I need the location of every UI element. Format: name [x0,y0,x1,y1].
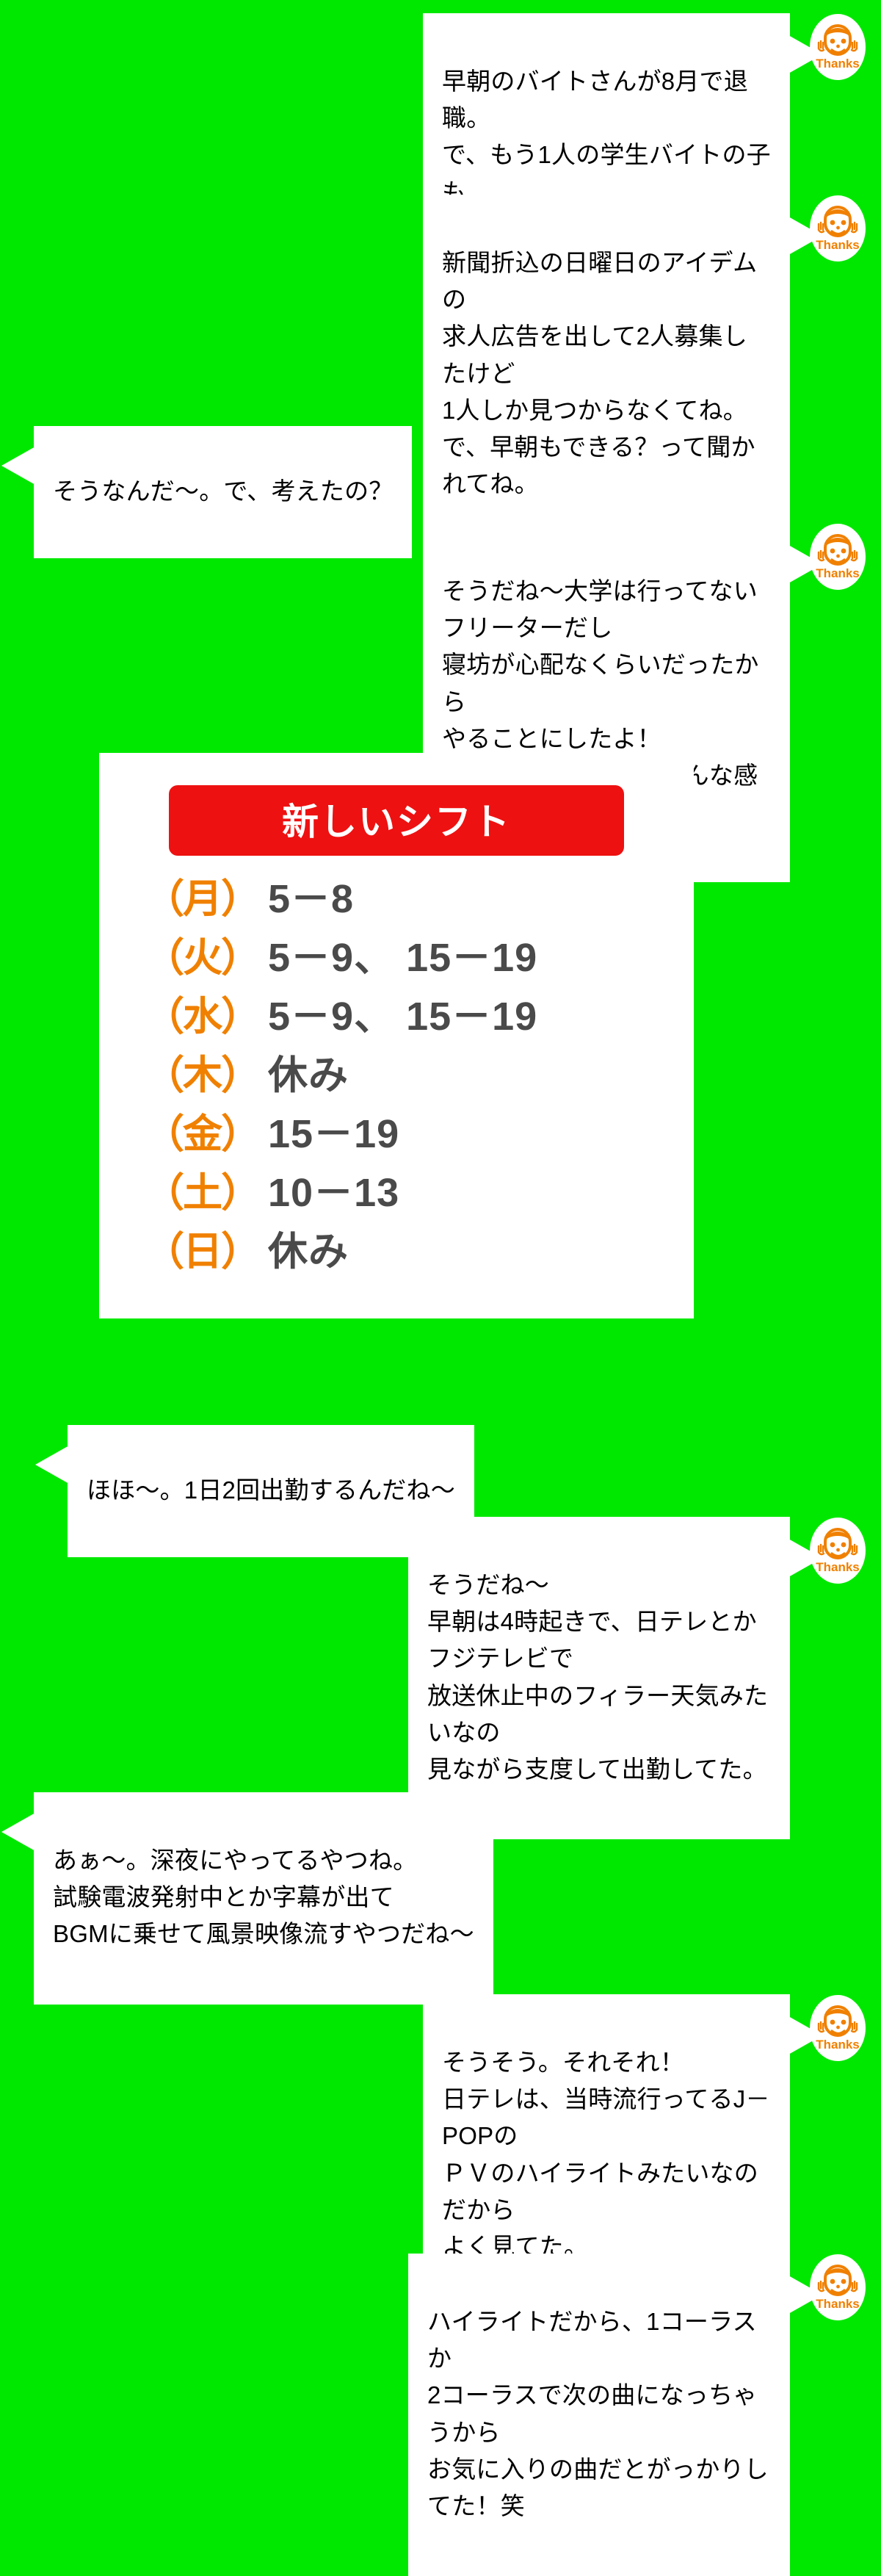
chat-bubble[interactable]: そうだね〜 早朝は4時起きで、日テレとかフジテレビで 放送休止中のフィラー天気み… [408,1517,822,1840]
shift-row: （火） 5－9、 15－19 [145,925,694,984]
shift-row: （木） 休み [145,1042,694,1101]
shift-day-label: （月） [145,877,261,921]
bubble-text: あぁ〜。深夜にやってるやつね。 試験電波発射中とか字幕が出て BGMに乗せて風景… [53,1847,474,1948]
shift-row: （月） 5－8 [145,866,694,925]
chat-bubble[interactable]: あぁ〜。深夜にやってるやつね。 試験電波発射中とか字幕が出て BGMに乗せて風景… [1,1792,493,2005]
chat-bubble[interactable]: 新聞折込の日曜日のアイデムの 求人広告を出して2人募集したけど 1人しか見つから… [423,195,822,555]
message-row: そうだね〜 早朝は4時起きで、日テレとかフジテレビで 放送休止中のフィラー天気み… [125,1517,866,1840]
shift-day-label: （日） [145,1230,261,1274]
shift-time-value: 10－13 [268,1171,400,1215]
avatar-label: Thanks [816,1560,860,1574]
bubble-tail-icon [788,545,822,583]
shift-time-value: 5－9、 15－19 [268,936,538,980]
shift-day-label: （木） [145,1053,261,1097]
bubble-tail-icon [35,1446,69,1484]
shift-card-title: 新しいシフト [169,785,624,856]
avatar-label: Thanks [816,57,860,71]
shift-time-value: 休み [268,1053,349,1097]
message-row: ハイライトだから、1コーラスか 2コーラスで次の曲になっちゃうから お気に入りの… [125,2254,866,2576]
chat-bubble[interactable]: ハイライトだから、1コーラスか 2コーラスで次の曲になっちゃうから お気に入りの… [408,2254,822,2576]
shift-day-label: （火） [145,936,261,980]
bubble-text: そうそう。それそれ！ 日テレは、当時流行ってるJ－POPの ＰＶのハイライトみた… [442,2049,770,2260]
shift-time-value: 5－9、 15－19 [268,995,538,1039]
shift-time-value: 休み [268,1230,349,1274]
avatar-label: Thanks [816,238,860,252]
bubble-tail-icon [1,1813,35,1851]
bubble-text: そうだね〜 早朝は4時起きで、日テレとかフジテレビで 放送休止中のフィラー天気み… [427,1571,769,1783]
bubble-tail-icon [788,35,822,73]
bubble-text: ハイライトだから、1コーラスか 2コーラスで次の曲になっちゃうから お気に入りの… [427,2308,769,2519]
shift-day-label: （金） [145,1112,261,1156]
shift-rows: （月） 5－8 （火） 5－9、 15－19 （水） 5－9、 15－19 （木… [99,866,694,1277]
bubble-text: ほほ〜。1日2回出勤するんだね〜 [87,1476,455,1504]
bubble-tail-icon [788,1539,822,1577]
shift-time-value: 5－8 [268,877,355,921]
bubble-tail-icon [788,2276,822,2314]
shift-time-value: 15－19 [268,1112,400,1156]
message-row: あぁ〜。深夜にやってるやつね。 試験電波発射中とか字幕が出て BGMに乗せて風景… [1,1792,493,2005]
shift-row: （日） 休み [145,1219,694,1277]
avatar-label: Thanks [816,2038,860,2052]
shift-row: （土） 10－13 [145,1160,694,1219]
avatar-label: Thanks [816,2297,860,2311]
bubble-tail-icon [788,217,822,255]
chat-thread: 早朝のバイトさんが8月で退職。 で、もう1人の学生バイトの子も 早朝のシフトがで… [0,0,881,2576]
bubble-text: 新聞折込の日曜日のアイデムの 求人広告を出して2人募集したけど 1人しか見つから… [442,249,758,498]
shift-day-label: （水） [145,995,261,1039]
shift-row: （金） 15－19 [145,1101,694,1160]
bubble-tail-icon [788,2016,822,2054]
new-shift-card: 新しいシフト （月） 5－8 （火） 5－9、 15－19 （水） 5－9、 1… [99,753,694,1318]
bubble-text: そうなんだ〜。で、考えたの？ [53,477,394,505]
shift-row: （水） 5－9、 15－19 [145,984,694,1042]
bubble-tail-icon [1,447,35,485]
shift-day-label: （土） [145,1171,261,1215]
avatar-label: Thanks [816,566,860,580]
